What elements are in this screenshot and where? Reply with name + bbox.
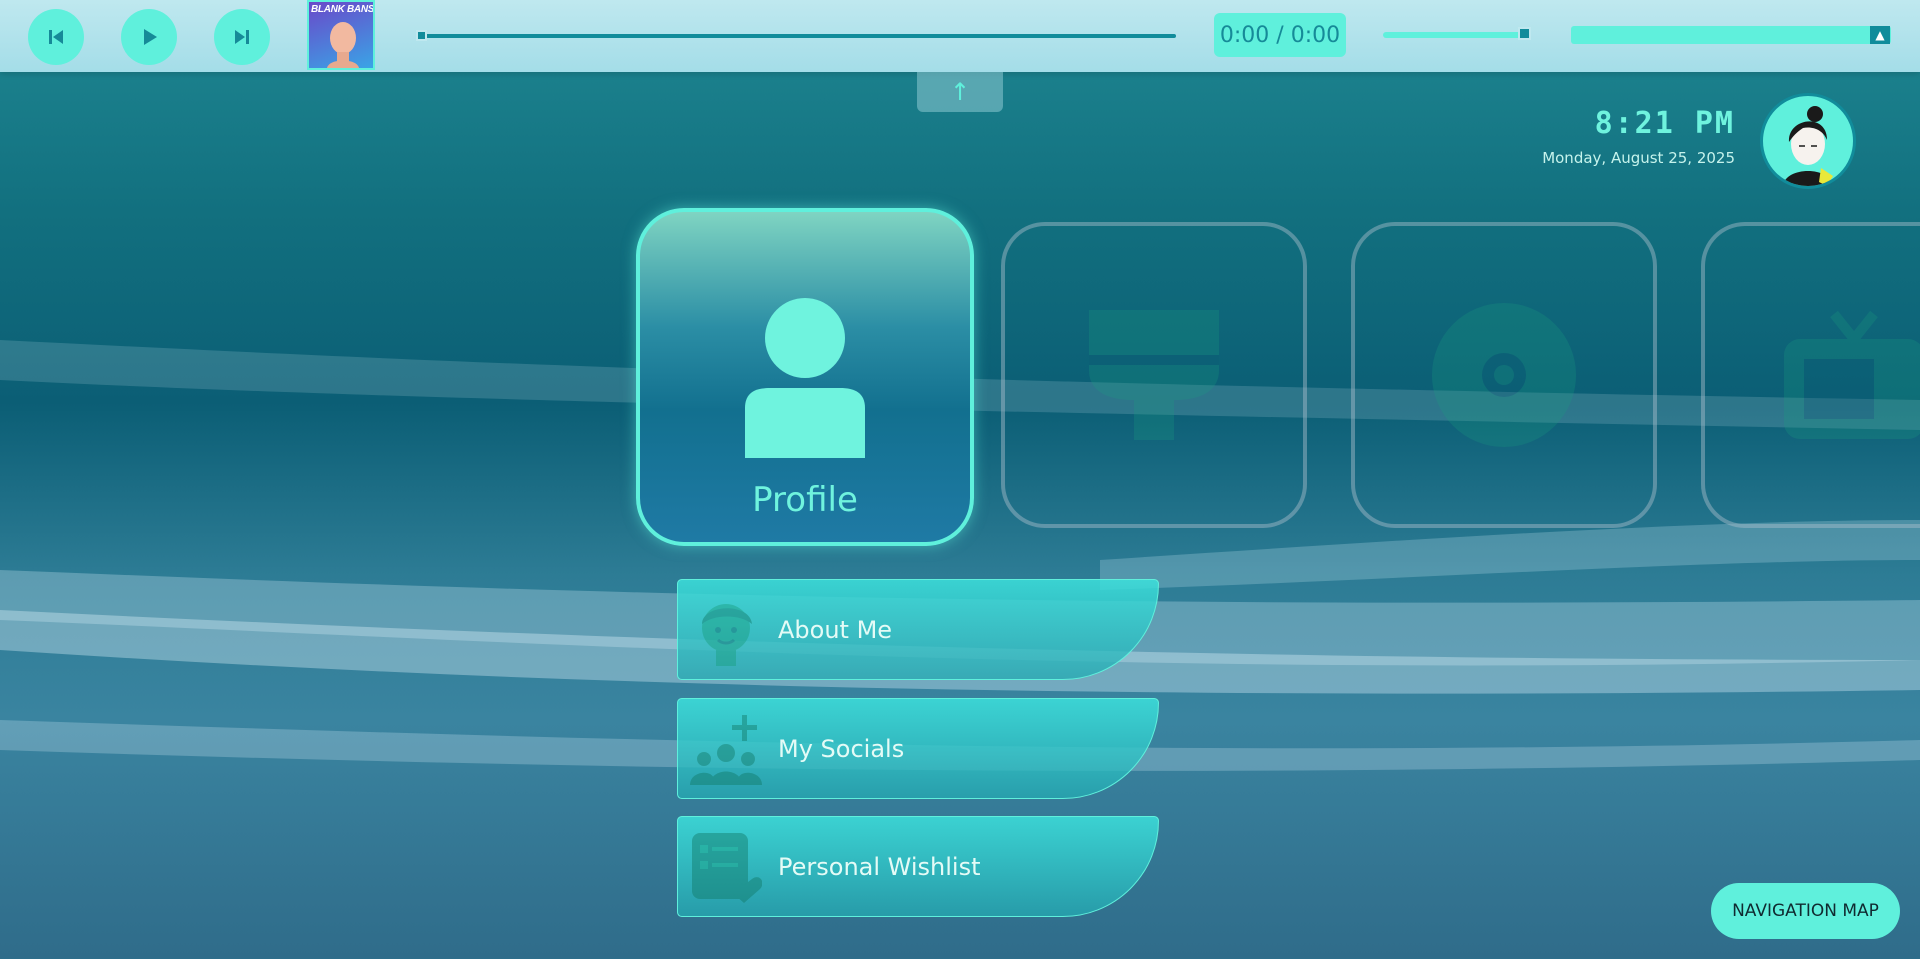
album-art[interactable]: BLANK BANSHEE (307, 0, 375, 70)
clock: 8:21 PM Monday, August 25, 2025 (1542, 106, 1735, 167)
album-art-face-image (327, 22, 359, 68)
submenu-about-me[interactable]: About Me (677, 579, 1159, 680)
navigation-map-button[interactable]: NAVIGATION MAP (1711, 883, 1900, 939)
tile-profile-label: Profile (752, 480, 858, 520)
previous-track-button[interactable] (28, 9, 84, 65)
submenu-personal-wishlist[interactable]: Personal Wishlist (677, 816, 1159, 917)
seek-bar[interactable] (418, 34, 1176, 38)
play-button[interactable] (121, 9, 177, 65)
submenu-about-me-label: About Me (778, 615, 893, 644)
submenu-my-socials-label: My Socials (778, 734, 905, 763)
submenu-my-socials[interactable]: My Socials (677, 698, 1159, 799)
wishlist-icon (692, 833, 762, 903)
tile-profile[interactable]: Profile (636, 208, 974, 546)
volume-handle[interactable] (1518, 27, 1531, 40)
disc-icon (1432, 303, 1576, 447)
expand-up-icon[interactable]: ▲ (1870, 26, 1890, 44)
clock-time: 8:21 PM (1594, 106, 1735, 141)
face-icon (702, 604, 752, 666)
tv-icon (1784, 310, 1920, 439)
next-track-button[interactable] (214, 9, 270, 65)
tile-customize[interactable] (1001, 222, 1307, 528)
arrow-up-icon: ↑ (949, 78, 971, 106)
volume-slider[interactable] (1383, 32, 1531, 38)
collapse-button[interactable]: ↑ (917, 72, 1003, 112)
skip-next-icon (235, 30, 249, 44)
seek-handle[interactable] (416, 30, 427, 41)
submenu-personal-wishlist-label: Personal Wishlist (778, 852, 981, 881)
clock-date: Monday, August 25, 2025 (1542, 149, 1735, 167)
tile-music[interactable] (1351, 222, 1657, 528)
avatar-portrait-image (1783, 106, 1833, 186)
group-add-icon (690, 715, 762, 785)
playlist-bar[interactable] (1571, 26, 1891, 44)
skip-previous-icon (49, 30, 63, 44)
media-player-bar: BLANK BANSHEE 0:00 / 0:00 ▲ (0, 0, 1920, 72)
brush-icon (1089, 310, 1219, 440)
time-display: 0:00 / 0:00 (1214, 13, 1346, 57)
play-icon (144, 29, 157, 45)
person-icon (745, 298, 865, 458)
avatar[interactable] (1760, 93, 1856, 189)
tile-media[interactable] (1701, 222, 1920, 528)
